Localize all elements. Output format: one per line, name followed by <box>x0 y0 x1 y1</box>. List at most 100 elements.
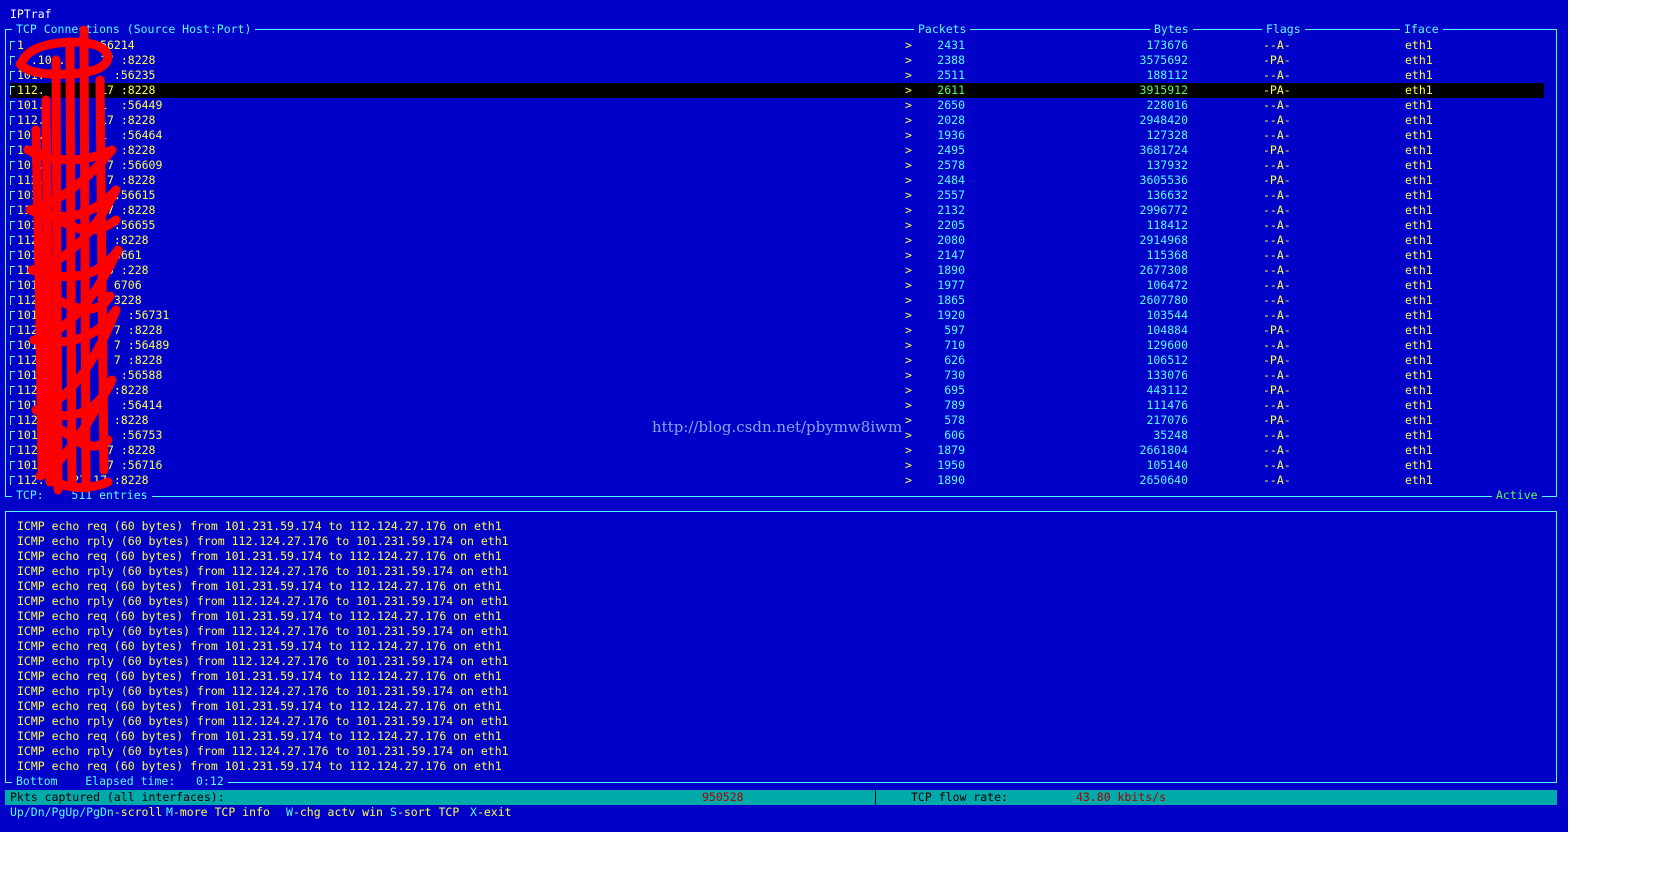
pkts-captured-label: Pkts captured (all interfaces): <box>10 790 225 804</box>
bytes-cell: 103544 <box>1146 308 1188 322</box>
iface-cell: eth1 <box>1405 263 1433 277</box>
table-row[interactable]: 112. 7 :8228 >1879 2661804 --A-eth1 <box>10 443 1544 458</box>
bytes-cell: 217076 <box>1146 413 1188 427</box>
exit-key: X <box>470 805 477 819</box>
iface-cell: eth1 <box>1405 158 1433 172</box>
table-row[interactable]: 112. :8228 >2080 2914968 --A-eth1 <box>10 233 1544 248</box>
flags-cell: --A- <box>1263 38 1291 52</box>
table-row[interactable]: 101. 6661 >2147 115368 --A-eth1 <box>10 248 1544 263</box>
direction-indicator: > <box>905 173 912 187</box>
table-row[interactable]: 1 :56214 >2431 173676 --A-eth1 <box>10 38 1544 53</box>
iface-cell: eth1 <box>1405 413 1433 427</box>
iface-cell: eth1 <box>1405 128 1433 142</box>
sort-key: S <box>390 805 397 819</box>
log-line: ICMP echo req (60 bytes) from 101.231.59… <box>17 729 502 743</box>
exit-hint[interactable]: X-exit <box>470 805 512 820</box>
bytes-cell: 118412 <box>1146 218 1188 232</box>
flags-cell: --A- <box>1263 293 1291 307</box>
direction-indicator: > <box>905 143 912 157</box>
direction-indicator: > <box>905 353 912 367</box>
direction-indicator: > <box>905 248 912 262</box>
table-row[interactable]: 101. 7 :56609 >2578 137932 --A-eth1 <box>10 158 1544 173</box>
packets-cell: 578 <box>944 413 965 427</box>
table-row[interactable]: 101. :56588 >730 133076 --A-eth1 <box>10 368 1544 383</box>
log-line: ICMP echo req (60 bytes) from 101.231.59… <box>17 639 502 653</box>
bytes-cell: 2607780 <box>1139 293 1188 307</box>
packets-column-header: Packets <box>914 22 971 37</box>
packets-cell: 1950 <box>937 458 965 472</box>
pkts-captured-value: 950528 <box>702 790 744 804</box>
iface-cell: eth1 <box>1405 443 1433 457</box>
bytes-cell: 228016 <box>1146 98 1188 112</box>
iface-cell: eth1 <box>1405 98 1433 112</box>
table-row[interactable]: 101. 1 :56464 >1936 127328 --A-eth1 <box>10 128 1544 143</box>
table-row[interactable]: 112. 1 :8228 >2495 3681724 -PA-eth1 <box>10 143 1544 158</box>
bytes-column-header: Bytes <box>1150 22 1193 37</box>
scroll-hint[interactable]: Up/Dn/PgUp/PgDn-scroll <box>10 805 162 820</box>
table-row[interactable]: 101. 7 :56731 >1920 103544 --A-eth1 <box>10 308 1544 323</box>
direction-indicator: > <box>905 38 912 52</box>
bytes-cell: 106512 <box>1146 353 1188 367</box>
table-row[interactable]: .104. 17 :8228 >2388 3575692 -PA-eth1 <box>10 53 1544 68</box>
packets-cell: 2511 <box>937 68 965 82</box>
iface-cell: eth1 <box>1405 188 1433 202</box>
packets-cell: 2431 <box>937 38 965 52</box>
flags-cell: -PA- <box>1263 383 1291 397</box>
direction-indicator: > <box>905 158 912 172</box>
status-divider <box>875 790 876 805</box>
iface-cell: eth1 <box>1405 68 1433 82</box>
table-row[interactable]: 112. 7 :8228 >2484 3605536 -PA-eth1 <box>10 173 1544 188</box>
table-row[interactable]: 112. 27.17 :8228 >1890 2650640 --A-eth1 <box>10 473 1544 488</box>
packets-cell: 2147 <box>937 248 965 262</box>
packets-cell: 710 <box>944 338 965 352</box>
table-row[interactable]: 101. :56615 >2557 136632 --A-eth1 <box>10 188 1544 203</box>
flags-cell: --A- <box>1263 398 1291 412</box>
table-row[interactable]: 112. 7 :8228 >626 106512 -PA-eth1 <box>10 353 1544 368</box>
flags-cell: --A- <box>1263 188 1291 202</box>
table-row[interactable]: 112. :8228 >695 443112 -PA-eth1 <box>10 383 1544 398</box>
table-row[interactable]: 101. 7 :56716 >1950 105140 --A-eth1 <box>10 458 1544 473</box>
bytes-cell: 173676 <box>1146 38 1188 52</box>
iface-cell: eth1 <box>1405 293 1433 307</box>
more-tcp-info-hint[interactable]: M-more TCP info <box>166 805 270 820</box>
packets-cell: 1879 <box>937 443 965 457</box>
direction-indicator: > <box>905 413 912 427</box>
packets-cell: 1890 <box>937 473 965 487</box>
table-row[interactable]: 112. 5 :228 >1890 2677308 --A-eth1 <box>10 263 1544 278</box>
help-bar: Up/Dn/PgUp/PgDn-scroll M-more TCP info W… <box>0 805 1568 821</box>
bytes-cell: 2650640 <box>1139 473 1188 487</box>
change-window-hint[interactable]: W-chg actv win <box>286 805 383 820</box>
iface-cell: eth1 <box>1405 173 1433 187</box>
iface-cell: eth1 <box>1405 338 1433 352</box>
iface-cell: eth1 <box>1405 353 1433 367</box>
sort-tcp-hint[interactable]: S-sort TCP <box>390 805 459 820</box>
table-row[interactable]: 112. 17 :8228 >2611 3915912 -PA-eth1 <box>10 83 1544 98</box>
table-row[interactable]: 112. 7 :8228 >597 104884 -PA-eth1 <box>10 323 1544 338</box>
iface-cell: eth1 <box>1405 458 1433 472</box>
table-row[interactable]: 101. 1 :56414 >789 111476 --A-eth1 <box>10 398 1544 413</box>
flags-cell: --A- <box>1263 458 1291 472</box>
table-row[interactable]: 112. 3228 >1865 2607780 --A-eth1 <box>10 293 1544 308</box>
direction-indicator: > <box>905 278 912 292</box>
table-row[interactable]: 112. 17 :8228 >2028 2948420 --A-eth1 <box>10 113 1544 128</box>
packets-cell: 789 <box>944 398 965 412</box>
direction-indicator: > <box>905 53 912 67</box>
iface-cell: eth1 <box>1405 308 1433 322</box>
flags-cell: --A- <box>1263 248 1291 262</box>
direction-indicator: > <box>905 203 912 217</box>
iface-cell: eth1 <box>1405 368 1433 382</box>
bytes-cell: 3915912 <box>1139 83 1188 97</box>
direction-indicator: > <box>905 368 912 382</box>
table-row[interactable]: 101. :56655 >2205 118412 --A-eth1 <box>10 218 1544 233</box>
packets-cell: 695 <box>944 383 965 397</box>
direction-indicator: > <box>905 308 912 322</box>
table-row[interactable]: 112. 7 :8228 >2132 2996772 --A-eth1 <box>10 203 1544 218</box>
table-row[interactable]: 101. 1 :56449 >2650 228016 --A-eth1 <box>10 98 1544 113</box>
table-row[interactable]: 101. 7 :56489 >710 129600 --A-eth1 <box>10 338 1544 353</box>
iface-cell: eth1 <box>1405 428 1433 442</box>
flags-cell: --A- <box>1263 98 1291 112</box>
table-row[interactable]: 101. :56235 >2511 188112 --A-eth1 <box>10 68 1544 83</box>
bytes-cell: 137932 <box>1146 158 1188 172</box>
table-row[interactable]: 101. 6706 >1977 106472 --A-eth1 <box>10 278 1544 293</box>
iface-cell: eth1 <box>1405 383 1433 397</box>
